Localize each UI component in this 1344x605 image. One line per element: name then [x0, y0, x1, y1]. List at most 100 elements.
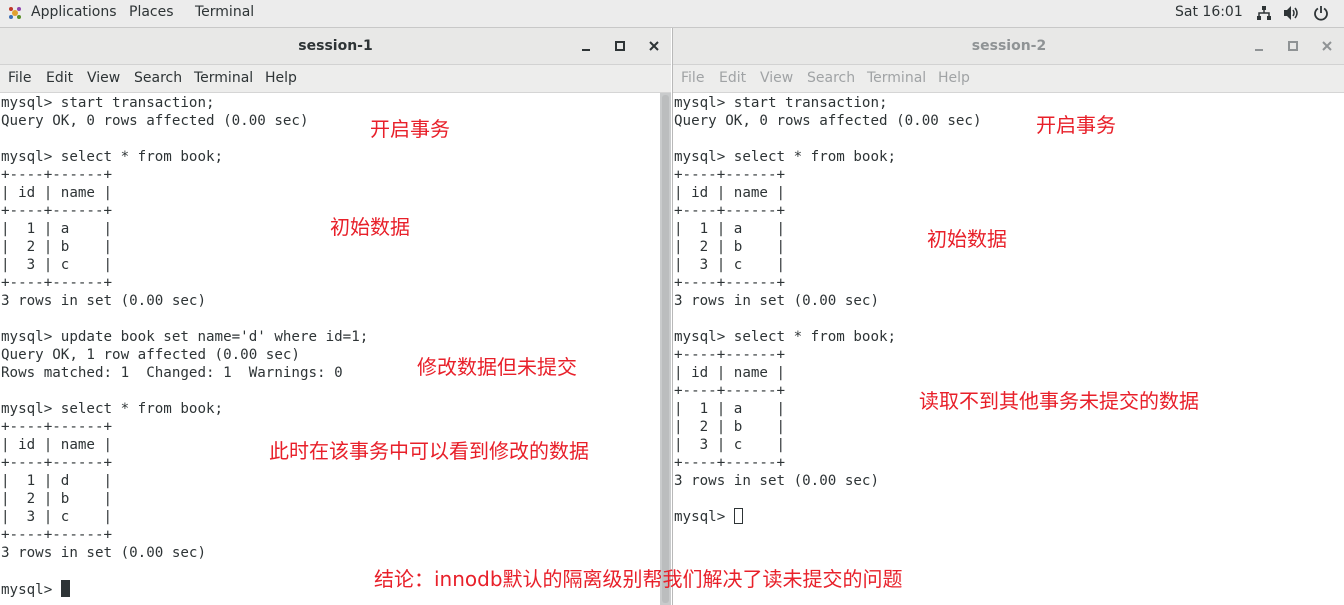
terminal-line-text: | 2 | b | [674, 419, 786, 435]
minimize-icon[interactable] [1249, 36, 1269, 56]
applications-icon[interactable] [7, 5, 23, 21]
terminal-line: | id | name | [1, 436, 112, 454]
annotation-modify-uncommitted: 修改数据但未提交 [417, 355, 577, 379]
terminal-line-text: | 3 | c | [674, 257, 786, 273]
places-menu[interactable]: Places [129, 4, 174, 20]
menu-help[interactable]: Help [265, 70, 297, 86]
terminal-line-text: mysql> select * from book; [1, 149, 224, 165]
annotation-initial-data: 初始数据 [927, 227, 1007, 251]
terminal-line: Rows matched: 1 Changed: 1 Warnings: 0 [1, 364, 343, 382]
terminal-line: Query OK, 0 rows affected (0.00 sec) [1, 112, 309, 130]
terminal-line-text: mysql> [674, 509, 734, 525]
terminal-line-text: +----+------+ [1, 419, 113, 435]
menu-file[interactable]: File [681, 70, 704, 86]
terminal-line: +----+------+ [674, 346, 785, 364]
terminal-line: | id | name | [674, 364, 785, 382]
terminal-line: +----+------+ [1, 202, 112, 220]
window-title: session-1 [298, 38, 373, 54]
menu-help[interactable]: Help [938, 70, 970, 86]
maximize-icon[interactable] [610, 36, 630, 56]
terminal-line-text: mysql> select * from book; [1, 401, 224, 417]
terminal-output[interactable]: mysql> start transaction; Query OK, 0 row… [0, 93, 671, 605]
text-cursor [60, 580, 70, 597]
terminal-line: mysql> update book set name='d' where id… [1, 328, 368, 346]
terminal-line: | id | name | [1, 184, 112, 202]
maximize-icon[interactable] [1283, 36, 1303, 56]
terminal-line-text: 3 rows in set (0.00 sec) [1, 545, 206, 561]
applications-menu[interactable]: Applications [31, 4, 117, 20]
terminal-line: mysql> select * from book; [674, 328, 896, 346]
terminal-line-text: mysql> start transaction; [1, 95, 215, 111]
terminal-line-text: 3 rows in set (0.00 sec) [674, 293, 879, 309]
terminal-line-text: +----+------+ [674, 383, 786, 399]
menu-terminal[interactable]: Terminal [194, 70, 253, 86]
menu-edit[interactable]: Edit [719, 70, 746, 86]
menubar: File Edit View Search Terminal Help [673, 65, 1344, 93]
terminal-line-text: | id | name | [674, 365, 786, 381]
terminal-line-text: +----+------+ [1, 203, 113, 219]
window-title: session-2 [971, 38, 1047, 54]
volume-icon[interactable] [1283, 5, 1301, 21]
text-cursor [733, 508, 743, 524]
terminal-line-text: | 2 | b | [674, 239, 786, 255]
clock[interactable]: Sat 16:01 [1175, 4, 1243, 20]
terminal-output[interactable]: mysql> start transaction; Query OK, 0 row… [673, 93, 1344, 605]
terminal-line-text: Query OK, 0 rows affected (0.00 sec) [1, 113, 309, 129]
menu-view[interactable]: View [760, 70, 793, 86]
terminal-line: | 2 | b | [1, 238, 112, 256]
terminal-line: | 1 | a | [1, 220, 112, 238]
terminal-line: | 2 | b | [674, 238, 785, 256]
menu-edit[interactable]: Edit [46, 70, 73, 86]
terminal-line: +----+------+ [674, 274, 785, 292]
menu-search[interactable]: Search [134, 70, 182, 86]
terminal-line: +----+------+ [674, 382, 785, 400]
terminal-line-text: 3 rows in set (0.00 sec) [1, 293, 206, 309]
terminal-line-text: | 1 | a | [674, 221, 786, 237]
terminal-line: +----+------+ [1, 454, 112, 472]
top-panel: Applications Places Terminal Sat 16:01 [0, 0, 1344, 28]
terminal-line: | 3 | c | [1, 256, 112, 274]
menu-search[interactable]: Search [807, 70, 855, 86]
terminal-line-text: mysql> select * from book; [674, 329, 897, 345]
minimize-icon[interactable] [576, 36, 596, 56]
terminal-line: mysql> start transaction; [1, 94, 215, 112]
terminal-line: | 3 | c | [674, 436, 785, 454]
terminal-line-text: | 2 | b | [1, 491, 113, 507]
terminal-line: mysql> select * from book; [1, 400, 223, 418]
terminal-line-text: | id | name | [1, 185, 113, 201]
terminal-line: +----+------+ [1, 166, 112, 184]
scrollbar-thumb[interactable] [662, 95, 669, 603]
annotation-initial-data: 初始数据 [330, 215, 410, 239]
terminal-line-text: 3 rows in set (0.00 sec) [674, 473, 879, 489]
menu-file[interactable]: File [8, 70, 31, 86]
close-icon[interactable] [644, 36, 664, 56]
menubar: File Edit View Search Terminal Help [0, 65, 671, 93]
terminal-line-text: mysql> select * from book; [674, 149, 897, 165]
terminal-line: | 2 | b | [1, 490, 112, 508]
network-icon[interactable] [1256, 5, 1272, 21]
terminal-line: +----+------+ [674, 202, 785, 220]
terminal-line: | 1 | a | [674, 400, 785, 418]
power-icon[interactable] [1313, 5, 1329, 21]
menu-view[interactable]: View [87, 70, 120, 86]
terminal-line-text: +----+------+ [674, 455, 786, 471]
close-icon[interactable] [1317, 36, 1337, 56]
terminal-line-text: +----+------+ [674, 347, 786, 363]
terminal-line: 3 rows in set (0.00 sec) [674, 472, 879, 490]
terminal-line-text: +----+------+ [1, 275, 113, 291]
terminal-line: | 1 | d | [1, 472, 112, 490]
window-titlebar[interactable]: session-1 [0, 28, 671, 65]
window-titlebar[interactable]: session-2 [673, 28, 1344, 65]
menu-terminal[interactable]: Terminal [867, 70, 926, 86]
terminal-line-text: +----+------+ [1, 527, 113, 543]
terminal-line-text: | 3 | c | [1, 257, 113, 273]
terminal-line-text: +----+------+ [1, 167, 113, 183]
terminal-line: mysql> [674, 508, 743, 526]
terminal-line-text: mysql> start transaction; [674, 95, 888, 111]
terminal-window-session-2: session-2 File Edit View Search Terminal… [672, 28, 1344, 605]
terminal-menu[interactable]: Terminal [195, 4, 254, 20]
terminal-line-text: | 2 | b | [1, 239, 113, 255]
terminal-line: | 1 | a | [674, 220, 785, 238]
scrollbar[interactable] [660, 93, 671, 605]
terminal-line: +----+------+ [1, 418, 112, 436]
